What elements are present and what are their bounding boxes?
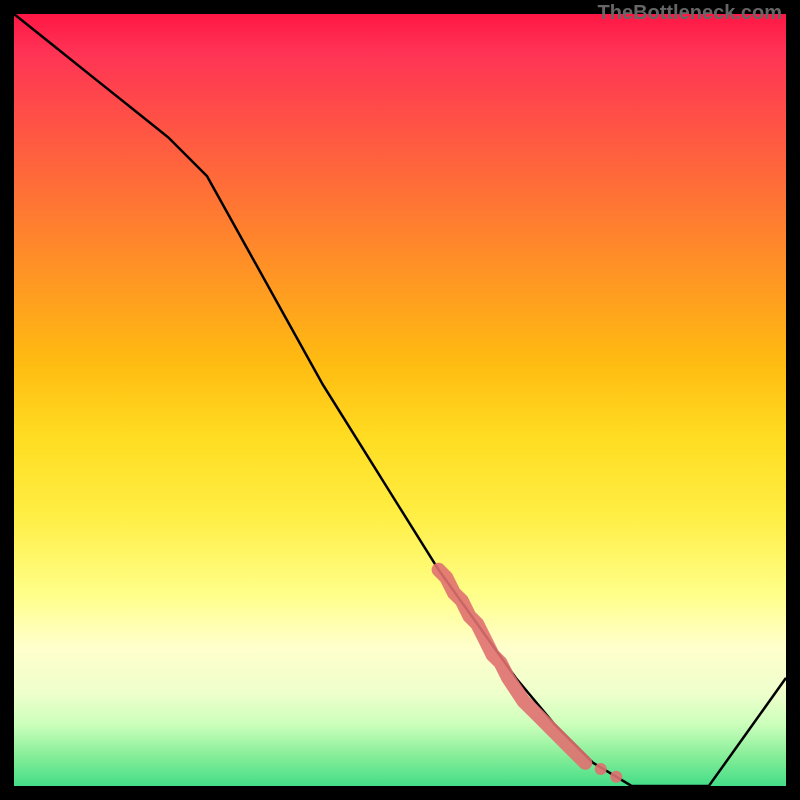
highlight-dot xyxy=(610,771,622,783)
line-series xyxy=(14,14,786,786)
chart-container: TheBottleneck.com xyxy=(0,0,800,800)
highlight-dot xyxy=(595,763,607,775)
highlighted-points xyxy=(439,570,623,783)
chart-svg-overlay xyxy=(0,0,800,800)
curve-path xyxy=(14,14,786,786)
watermark-text: TheBottleneck.com xyxy=(598,2,782,25)
highlight-stroke xyxy=(439,570,586,763)
